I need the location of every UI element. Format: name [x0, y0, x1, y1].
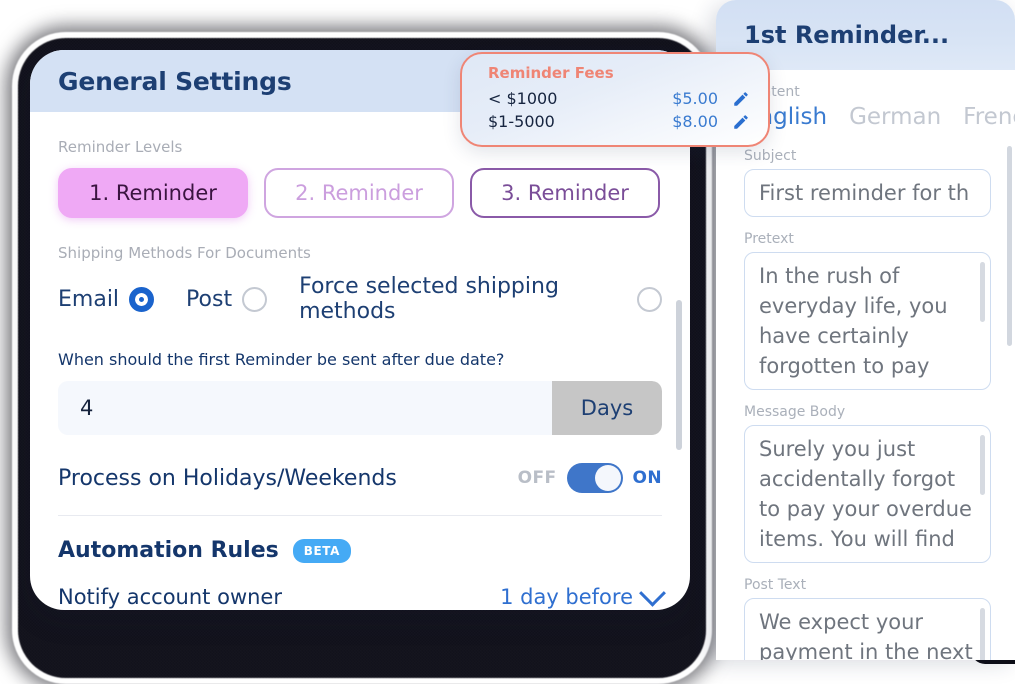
subject-label: Subject: [744, 148, 797, 164]
shipping-option-force[interactable]: Force selected shipping methods: [299, 274, 662, 324]
automation-rule-label: Notify account owner: [58, 585, 282, 609]
pretext-scrollbar-thumb[interactable]: [980, 262, 985, 322]
message-body-scrollbar-thumb[interactable]: [980, 435, 985, 495]
automation-rules-header: Automation Rules BETA: [58, 538, 662, 563]
post-text-value: We expect your payment in the next: [759, 610, 973, 660]
message-body-value: Surely you just accidentally forgot to p…: [759, 437, 972, 551]
reminder-levels-group: 1. Reminder 2. Reminder 3. Reminder: [58, 168, 662, 218]
days-input[interactable]: [58, 381, 552, 435]
radio-force[interactable]: [637, 286, 662, 312]
pretext-value: In the rush of everyday life, you have c…: [759, 264, 948, 378]
fee-row: $1-5000 $8.00: [488, 112, 750, 131]
right-panel-scrollbar[interactable]: [1007, 86, 1012, 646]
page-title: General Settings: [58, 66, 292, 96]
shipping-methods-label: Shipping Methods For Documents: [58, 244, 311, 262]
reminder-level-2-button[interactable]: 2. Reminder: [264, 168, 454, 218]
pencil-icon[interactable]: [732, 90, 750, 108]
shipping-option-force-label: Force selected shipping methods: [299, 274, 559, 324]
shipping-methods-group: Email Post Force selected shipping metho…: [58, 274, 662, 324]
toggle-on-label: ON: [632, 468, 662, 488]
reminder-level-1-button[interactable]: 1. Reminder: [58, 168, 248, 218]
message-body-textarea[interactable]: Surely you just accidentally forgot to p…: [744, 425, 991, 563]
post-text-label: Post Text: [744, 577, 807, 593]
post-text-scrollbar-thumb[interactable]: [980, 608, 985, 660]
reminder-level-3-button[interactable]: 3. Reminder: [470, 168, 660, 218]
radio-post[interactable]: [242, 286, 268, 312]
reminder-fees-popup: Reminder Fees < $1000 $5.00 $1-5000 $8.0…: [460, 52, 770, 147]
reminder-content-title: 1st Reminder...: [744, 21, 950, 49]
reminder-fees-title: Reminder Fees: [488, 64, 614, 82]
post-text-textarea[interactable]: We expect your payment in the next: [744, 598, 991, 660]
first-reminder-question: When should the first Reminder be sent a…: [58, 350, 505, 369]
fee-row: < $1000 $5.00: [488, 89, 750, 108]
left-panel-scrollbar-thumb[interactable]: [676, 300, 682, 450]
shipping-option-post[interactable]: Post: [186, 286, 268, 312]
shipping-option-email[interactable]: Email: [58, 286, 155, 312]
fee-amount: $5.00: [672, 89, 718, 108]
tab-german[interactable]: German: [849, 104, 941, 130]
pretext-label: Pretext: [744, 231, 794, 247]
pretext-textarea[interactable]: In the rush of everyday life, you have c…: [744, 252, 991, 390]
holidays-toggle-control[interactable]: OFF ON: [518, 463, 662, 493]
pencil-icon[interactable]: [732, 113, 750, 131]
language-tabs: English German French: [744, 104, 1015, 130]
right-panel-scrollbar-thumb[interactable]: [1007, 146, 1012, 346]
chevron-down-icon: [639, 579, 666, 607]
shipping-option-post-label: Post: [186, 286, 233, 312]
days-unit-suffix[interactable]: Days: [552, 381, 662, 435]
fee-range: < $1000: [488, 89, 558, 108]
shipping-option-email-label: Email: [58, 286, 120, 312]
content-label: Content: [744, 84, 800, 100]
automation-rules-heading: Automation Rules: [58, 538, 279, 563]
message-body-label: Message Body: [744, 404, 846, 420]
fee-amount: $8.00: [672, 112, 718, 131]
beta-badge: BETA: [292, 538, 352, 563]
first-reminder-days-row: Days: [58, 381, 662, 435]
radio-email[interactable]: [129, 286, 155, 312]
automation-rule-dropdown[interactable]: 1 day before: [500, 579, 666, 609]
automation-rule-value: 1 day before: [500, 585, 633, 609]
holidays-toggle-switch[interactable]: [566, 463, 623, 493]
toggle-knob: [594, 465, 621, 491]
holidays-toggle-row: Process on Holidays/Weekends OFF ON: [58, 463, 662, 516]
toggle-off-label: OFF: [517, 468, 557, 488]
subject-input[interactable]: First reminder for th: [744, 169, 991, 217]
holidays-toggle-label: Process on Holidays/Weekends: [58, 465, 397, 491]
fee-range: $1-5000: [488, 112, 555, 131]
left-panel-scrollbar[interactable]: [676, 120, 682, 540]
reminder-content-body: Content English German French Subject Fi…: [716, 70, 1015, 660]
general-settings-body: Reminder Levels 1. Reminder 2. Reminder …: [30, 112, 690, 610]
automation-rule-row: Notify account owner 1 day before: [58, 579, 666, 609]
